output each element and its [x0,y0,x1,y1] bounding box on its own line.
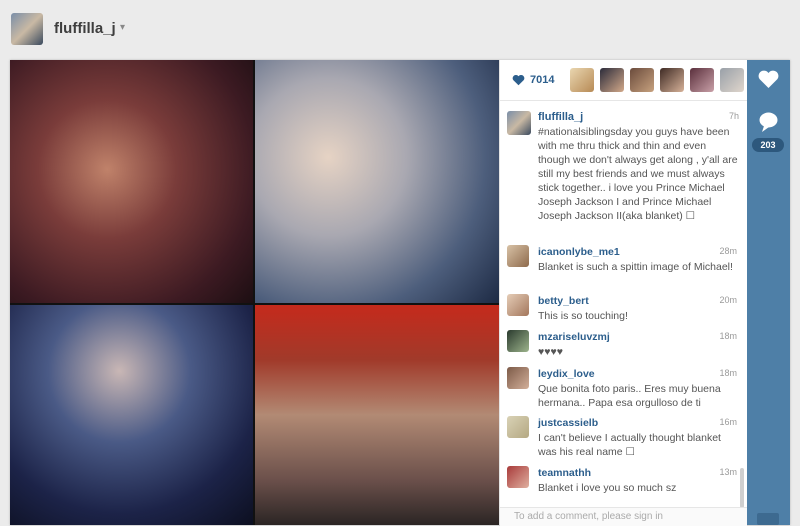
caption-text: #nationalsiblingsday you guys have been … [538,126,738,222]
photo-quadrant-bottom-left [10,305,253,525]
post-sidebar: 7014 fluffilla_j 7h #nationalsiblingsday… [499,60,747,526]
comment-username[interactable]: justcassielb [538,417,598,429]
photo-quadrant-bottom-right [255,305,499,525]
comment-username[interactable]: teamnathh [538,467,591,479]
likes-bar: 7014 [500,60,747,101]
avatar[interactable] [11,13,43,45]
comment-timestamp: 18m [719,368,737,378]
liker-avatar[interactable] [630,68,654,92]
comment-text: This is so touching! [538,310,628,322]
caption-timestamp: 7h [728,111,739,121]
comment-input-area[interactable]: To add a comment, please sign in [500,507,747,526]
avatar[interactable] [507,367,529,389]
comments-scrollbar[interactable] [740,468,744,508]
liker-avatar[interactable] [720,68,744,92]
top-bar: fluffilla_j ▾ [0,0,800,58]
comment-text: Blanket i love you so much sz [538,482,677,494]
comment-input[interactable]: To add a comment, please sign in [514,511,663,522]
photo-quadrant-top-left [10,60,253,303]
liker-avatar[interactable] [660,68,684,92]
liker-avatar[interactable] [600,68,624,92]
action-rail: 203 [747,60,790,525]
liker-avatar[interactable] [690,68,714,92]
more-options-button[interactable] [757,513,779,525]
comment-text: Que bonita foto paris.. Eres muy buena h… [538,383,721,409]
chevron-down-icon[interactable]: ▾ [120,22,125,33]
avatar[interactable] [507,330,529,352]
caption-username[interactable]: fluffilla_j [538,111,583,123]
comment-timestamp: 18m [719,331,737,341]
comment-username[interactable]: betty_bert [538,295,589,307]
avatar[interactable] [507,294,529,316]
comment-text: ♥♥♥♥ [538,346,563,358]
avatar[interactable] [507,416,529,438]
heart-icon [758,70,779,88]
comment-timestamp: 13m [719,467,737,477]
post-photo[interactable] [10,60,499,525]
photo-quadrant-top-right [255,60,499,303]
avatar[interactable] [507,245,529,267]
post-viewer: 7014 fluffilla_j 7h #nationalsiblingsday… [10,60,790,526]
avatar[interactable] [507,466,529,488]
speech-bubble-icon [759,112,778,132]
liker-avatar[interactable] [570,68,594,92]
likes-count[interactable]: 7014 [530,74,554,86]
comments-count-badge: 203 [752,138,784,152]
comment-timestamp: 20m [719,295,737,305]
comment-username[interactable]: mzariseluvzmj [538,331,610,343]
avatar[interactable] [507,111,531,135]
comment-timestamp: 28m [719,246,737,256]
comment-username[interactable]: icanonlybe_me1 [538,246,620,258]
heart-icon [512,74,525,86]
profile-username[interactable]: fluffilla_j [54,20,116,37]
comment-text: I can't believe I actually thought blank… [538,432,721,458]
comment-text: Blanket is such a spittin image of Micha… [538,261,733,273]
like-button[interactable] [754,65,783,94]
comment-username[interactable]: leydix_love [538,368,595,380]
comments-list: icanonlybe_me1 28m Blanket is such a spi… [500,245,747,511]
comment-button[interactable] [754,108,783,137]
comment-timestamp: 16m [719,417,737,427]
